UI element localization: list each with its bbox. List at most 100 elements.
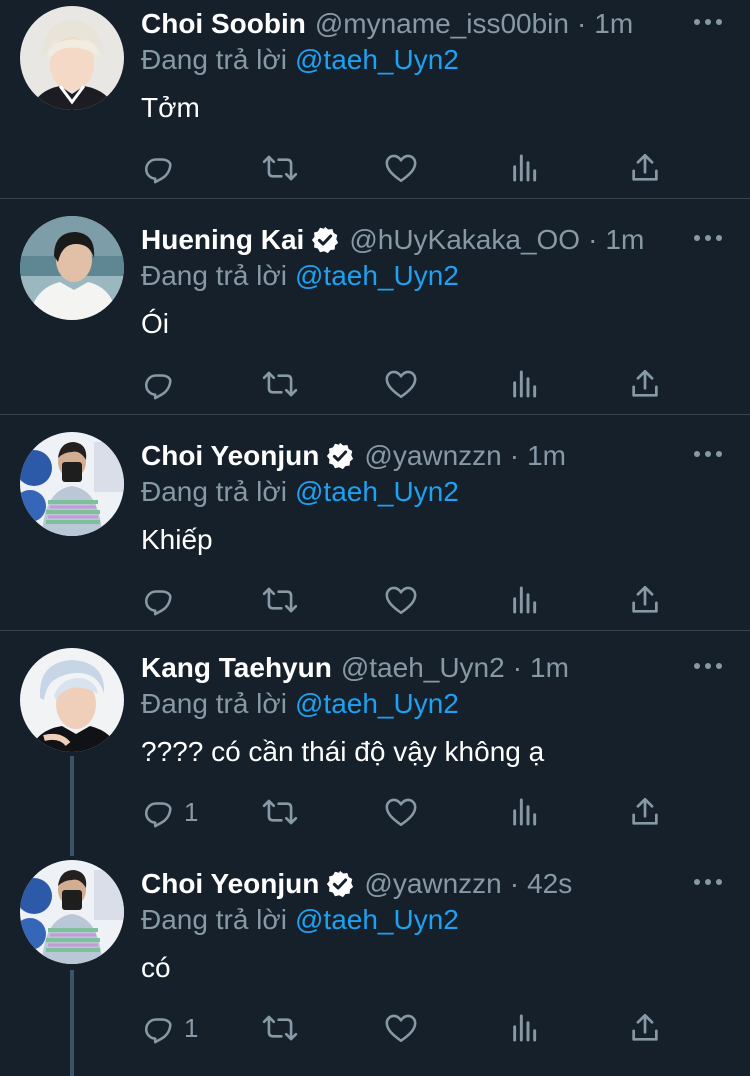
reply-icon bbox=[144, 590, 172, 616]
timestamp[interactable]: 1m bbox=[605, 220, 644, 260]
share-button[interactable] bbox=[628, 364, 662, 404]
retweet-icon bbox=[262, 371, 298, 397]
action-bar bbox=[0, 148, 750, 188]
more-icon[interactable] bbox=[694, 230, 722, 246]
share-icon bbox=[632, 1013, 658, 1041]
more-icon[interactable] bbox=[694, 14, 722, 30]
reply-button[interactable] bbox=[142, 364, 184, 404]
reply-count: 1 bbox=[184, 1012, 199, 1043]
tweet-text: Tởm bbox=[141, 92, 200, 123]
share-button[interactable] bbox=[628, 1008, 662, 1048]
tweet[interactable]: Choi Yeonjun @yawnzzn · 42s Đang trả lời… bbox=[0, 860, 750, 1076]
tweet[interactable]: Choi Yeonjun @yawnzzn · 1m Đang trả lời @… bbox=[0, 432, 750, 630]
heart-icon bbox=[385, 154, 417, 183]
reply-button[interactable]: 1 bbox=[142, 792, 198, 832]
replying-to-label: Đang trả lời bbox=[141, 904, 287, 935]
tweet[interactable]: Huening Kai @hUyKakaka_OO · 1m Đang trả … bbox=[0, 216, 750, 414]
tweet[interactable]: Choi Soobin @myname_iss00bin · 1m Đang t… bbox=[0, 0, 750, 198]
analytics-button[interactable] bbox=[508, 580, 540, 620]
author-handle[interactable]: @taeh_Uyn2 bbox=[341, 648, 505, 688]
replying-to-label: Đang trả lời bbox=[141, 476, 287, 507]
analytics-button[interactable] bbox=[508, 148, 540, 188]
timestamp[interactable]: 1m bbox=[530, 648, 569, 688]
author-name[interactable]: Choi Soobin bbox=[141, 4, 306, 44]
analytics-icon bbox=[513, 798, 537, 826]
like-button[interactable] bbox=[384, 148, 418, 188]
avatar[interactable] bbox=[20, 860, 124, 964]
replying-to: Đang trả lời @taeh_Uyn2 bbox=[141, 472, 459, 512]
share-button[interactable] bbox=[628, 792, 662, 832]
reply-icon bbox=[144, 158, 172, 184]
retweet-button[interactable] bbox=[262, 792, 298, 832]
author-name[interactable]: Huening Kai bbox=[141, 220, 304, 260]
verified-badge-icon bbox=[327, 442, 354, 470]
tweet[interactable]: Kang Taehyun @taeh_Uyn2 · 1m Đang trả lờ… bbox=[0, 644, 750, 854]
replying-to: Đang trả lời @taeh_Uyn2 bbox=[141, 40, 459, 80]
mention-link[interactable]: @taeh_Uyn2 bbox=[295, 904, 459, 935]
replying-to-label: Đang trả lời bbox=[141, 44, 287, 75]
action-bar: 1 bbox=[0, 1008, 750, 1048]
tweet-text: Ói bbox=[141, 308, 169, 339]
analytics-button[interactable] bbox=[508, 1008, 540, 1048]
heart-icon bbox=[385, 586, 417, 615]
more-icon[interactable] bbox=[694, 874, 722, 890]
author-handle[interactable]: @yawnzzn bbox=[364, 436, 501, 476]
like-button[interactable] bbox=[384, 792, 418, 832]
retweet-button[interactable] bbox=[262, 580, 298, 620]
like-button[interactable] bbox=[384, 364, 418, 404]
mention-link[interactable]: @taeh_Uyn2 bbox=[295, 688, 459, 719]
author-handle[interactable]: @hUyKakaka_OO bbox=[349, 220, 580, 260]
timestamp[interactable]: 42s bbox=[527, 864, 572, 904]
like-button[interactable] bbox=[384, 580, 418, 620]
share-icon bbox=[632, 797, 658, 825]
author-name[interactable]: Choi Yeonjun bbox=[141, 864, 319, 904]
tweet-divider bbox=[0, 198, 750, 199]
mention-link[interactable]: @taeh_Uyn2 bbox=[295, 44, 459, 75]
analytics-button[interactable] bbox=[508, 364, 540, 404]
retweet-icon bbox=[262, 155, 298, 181]
analytics-icon bbox=[513, 1014, 537, 1042]
retweet-icon bbox=[262, 799, 298, 825]
separator-dot: · bbox=[512, 652, 523, 683]
timestamp[interactable]: 1m bbox=[594, 4, 633, 44]
author-name[interactable]: Choi Yeonjun bbox=[141, 436, 319, 476]
tweet-text: có bbox=[141, 952, 171, 983]
action-bar bbox=[0, 364, 750, 404]
replying-to-label: Đang trả lời bbox=[141, 688, 287, 719]
reply-button[interactable] bbox=[142, 580, 184, 620]
retweet-button[interactable] bbox=[262, 364, 298, 404]
retweet-button[interactable] bbox=[262, 148, 298, 188]
share-icon bbox=[632, 153, 658, 181]
avatar[interactable] bbox=[20, 432, 124, 536]
tweet-text: Khiếp bbox=[141, 524, 213, 555]
author-handle[interactable]: @myname_iss00bin bbox=[315, 4, 569, 44]
replying-to: Đang trả lời @taeh_Uyn2 bbox=[141, 256, 459, 296]
like-button[interactable] bbox=[384, 1008, 418, 1048]
reply-button[interactable]: 1 bbox=[142, 1008, 198, 1048]
analytics-button[interactable] bbox=[508, 792, 540, 832]
avatar[interactable] bbox=[20, 216, 124, 320]
mention-link[interactable]: @taeh_Uyn2 bbox=[295, 476, 459, 507]
separator-dot: · bbox=[576, 8, 587, 39]
tweet-divider bbox=[0, 414, 750, 415]
heart-icon bbox=[385, 370, 417, 399]
avatar[interactable] bbox=[20, 648, 124, 752]
reply-button[interactable] bbox=[142, 148, 184, 188]
reply-count: 1 bbox=[184, 796, 199, 827]
reply-icon bbox=[144, 1018, 172, 1044]
separator-dot: · bbox=[509, 868, 520, 899]
author-name[interactable]: Kang Taehyun bbox=[141, 648, 332, 688]
share-button[interactable] bbox=[628, 148, 662, 188]
mention-link[interactable]: @taeh_Uyn2 bbox=[295, 260, 459, 291]
retweet-button[interactable] bbox=[262, 1008, 298, 1048]
more-icon[interactable] bbox=[694, 446, 722, 462]
share-icon bbox=[632, 369, 658, 397]
more-icon[interactable] bbox=[694, 658, 722, 674]
timestamp[interactable]: 1m bbox=[527, 436, 566, 476]
author-handle[interactable]: @yawnzzn bbox=[364, 864, 501, 904]
share-button[interactable] bbox=[628, 580, 662, 620]
action-bar bbox=[0, 580, 750, 620]
retweet-icon bbox=[262, 587, 298, 613]
tweet-divider bbox=[0, 630, 750, 631]
avatar[interactable] bbox=[20, 6, 124, 110]
